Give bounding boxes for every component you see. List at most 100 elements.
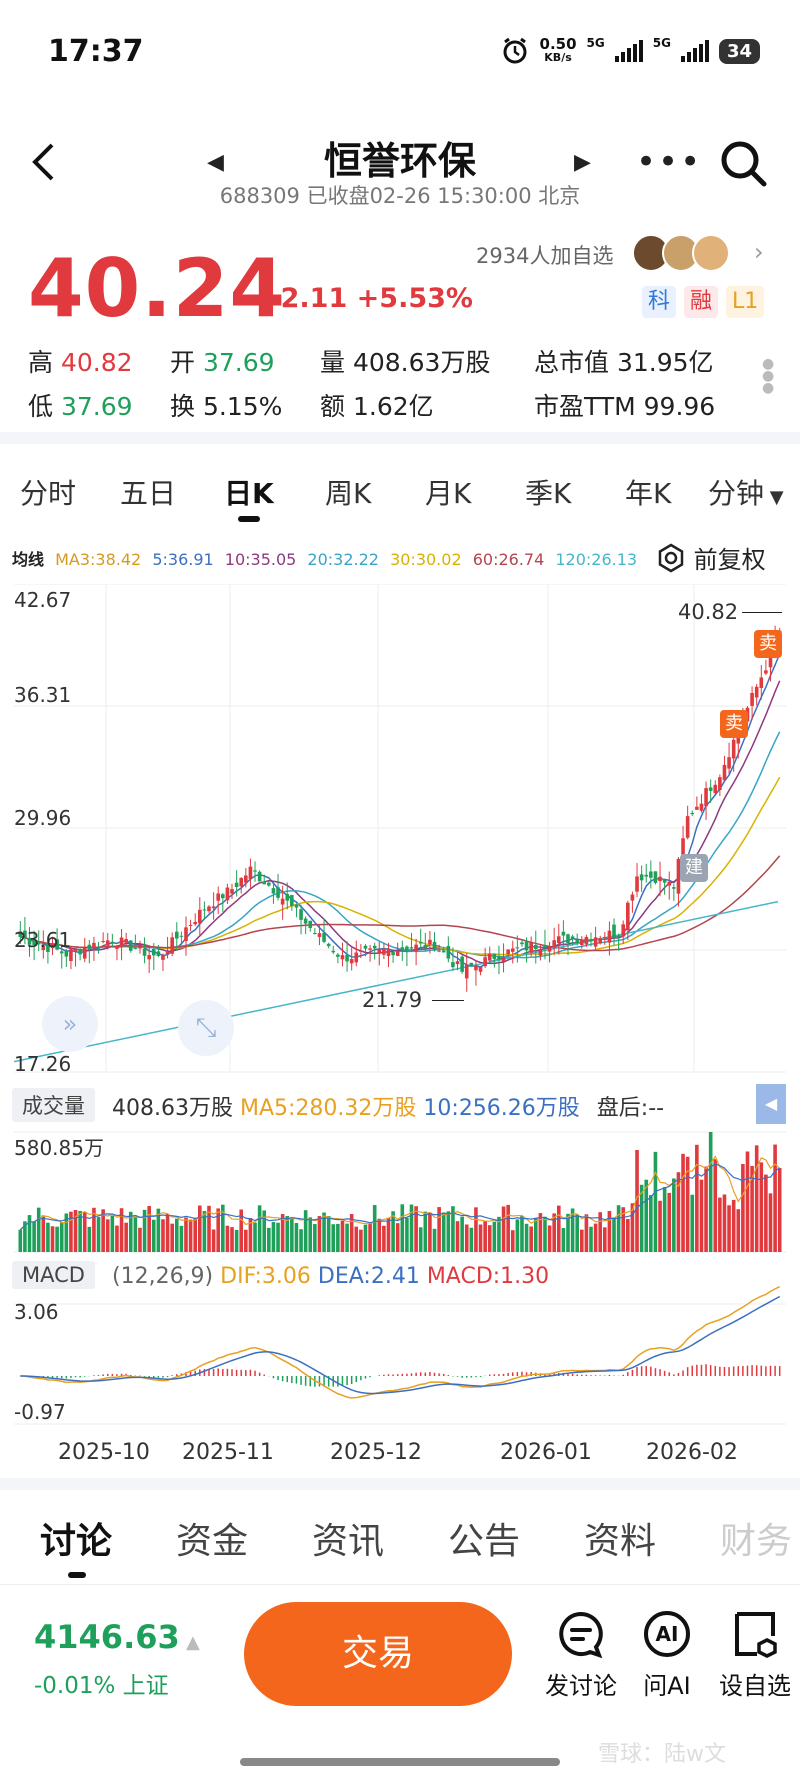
stat-low: 低 37.69: [28, 392, 133, 421]
volume-bar: [174, 1218, 179, 1252]
candle: [151, 948, 156, 956]
tab-funds[interactable]: 资金: [176, 1512, 248, 1564]
stock-header: ◀ 恒誉环保 ▶ 688309 已收盘02-26 15:30:00 北京 •••: [0, 120, 800, 210]
candle: [331, 950, 336, 953]
macd-y-bottom: -0.97: [14, 1400, 66, 1424]
double-arrow-icon[interactable]: »: [42, 996, 98, 1052]
tab-yearly-k[interactable]: 年K: [625, 472, 671, 512]
candle: [538, 949, 543, 956]
candle: [635, 876, 639, 892]
tab-monthly-k[interactable]: 月K: [425, 472, 471, 512]
tab-quarterly-k[interactable]: 季K: [525, 472, 571, 512]
y-axis-bottom: 17.26: [14, 1052, 72, 1076]
volume-bar: [101, 1209, 105, 1252]
volume-bar: [428, 1212, 432, 1252]
candle: [133, 947, 138, 949]
candle: [750, 693, 754, 706]
volume-bar: [589, 1226, 593, 1252]
adjust-toggle[interactable]: 前复权: [656, 540, 766, 575]
panel-toggle-icon[interactable]: ◀: [756, 1084, 786, 1124]
candle: [382, 949, 386, 955]
tab-5day[interactable]: 五日: [120, 472, 176, 512]
volume-bar: [446, 1211, 451, 1252]
follower-count[interactable]: 2934人加自选: [476, 240, 613, 270]
index-value[interactable]: 4146.63 ▲: [34, 1618, 200, 1656]
candle: [193, 921, 197, 925]
candle: [92, 942, 96, 949]
volume-bar: [115, 1225, 119, 1252]
volume-bar: [566, 1213, 570, 1252]
ma-legend-item: 20:32.22: [302, 550, 379, 569]
volume-tab[interactable]: 成交量: [12, 1088, 95, 1122]
next-stock-icon[interactable]: ▶: [574, 150, 591, 175]
candle: [699, 803, 704, 811]
volume-bar: [340, 1220, 345, 1252]
chevron-right-icon[interactable]: ›: [754, 238, 764, 266]
tab-discussion[interactable]: 讨论: [40, 1512, 112, 1564]
ask-ai-button[interactable]: AI 问AI: [626, 1608, 708, 1701]
candle: [510, 948, 515, 952]
tab-announcements[interactable]: 公告: [448, 1512, 520, 1564]
candle: [722, 764, 727, 781]
volume-bar: [313, 1224, 317, 1252]
volume-bar: [607, 1210, 612, 1252]
ma-line: [20, 776, 781, 956]
tab-indicator: [238, 516, 260, 522]
tab-fenshi[interactable]: 分时: [20, 472, 76, 512]
volume-bar: [741, 1164, 745, 1252]
volume-bar: [515, 1219, 520, 1252]
volume-bar: [533, 1217, 538, 1252]
tab-profile[interactable]: 资料: [584, 1512, 656, 1564]
volume-bar: [524, 1223, 529, 1252]
candle: [202, 909, 207, 911]
follower-avatars[interactable]: [632, 234, 730, 272]
tab-minute[interactable]: 分钟 ▼: [708, 472, 784, 512]
volume-bar: [105, 1219, 110, 1252]
buy-marker[interactable]: 建: [680, 854, 708, 882]
add-watchlist-button[interactable]: 设自选: [712, 1608, 798, 1701]
candle: [603, 936, 607, 938]
expand-dots-icon[interactable]: ● ● ●: [762, 357, 774, 395]
volume-bar: [27, 1215, 32, 1252]
sell-marker[interactable]: 卖: [754, 630, 782, 658]
candle: [718, 777, 722, 790]
trade-button[interactable]: 交易: [244, 1602, 512, 1706]
search-icon[interactable]: [718, 138, 770, 194]
home-indicator[interactable]: [240, 1758, 560, 1766]
y-axis-top: 42.67: [14, 588, 72, 612]
candle: [377, 948, 382, 954]
volume-bar: [257, 1205, 262, 1252]
volume-bar: [110, 1215, 115, 1252]
tab-financials[interactable]: 财务: [720, 1512, 792, 1564]
candle: [759, 677, 764, 688]
candle: [64, 951, 69, 957]
signal-icon-2: [680, 40, 709, 62]
candle: [626, 902, 630, 931]
volume-bar: [768, 1193, 773, 1252]
fullscreen-icon[interactable]: ⤡: [178, 1000, 234, 1056]
volume-bar: [547, 1225, 552, 1252]
candle: [690, 812, 695, 815]
candle: [667, 881, 672, 886]
macd-bars: [24, 1364, 781, 1387]
candle: [487, 953, 492, 961]
tab-news[interactable]: 资讯: [312, 1512, 384, 1564]
tab-daily-k[interactable]: 日K: [224, 472, 274, 512]
tab-weekly-k[interactable]: 周K: [325, 472, 371, 512]
candle: [437, 950, 441, 952]
candle: [386, 949, 391, 957]
macd-tab[interactable]: MACD: [12, 1261, 95, 1289]
candle: [428, 939, 432, 945]
volume-bar: [216, 1208, 221, 1252]
candle: [400, 947, 405, 951]
volume-bars: [18, 1132, 782, 1252]
candle: [681, 838, 685, 855]
more-icon[interactable]: •••: [636, 142, 702, 182]
ai-icon: AI: [644, 1611, 690, 1657]
discuss-button[interactable]: 发讨论: [540, 1608, 622, 1701]
ma-legend-item: 10:35.05: [219, 550, 297, 569]
ma-legend-item: MA3:38.42: [55, 550, 142, 569]
y-axis-3: 29.96: [14, 806, 72, 830]
candle: [230, 889, 234, 894]
sell-marker[interactable]: 卖: [720, 710, 748, 738]
